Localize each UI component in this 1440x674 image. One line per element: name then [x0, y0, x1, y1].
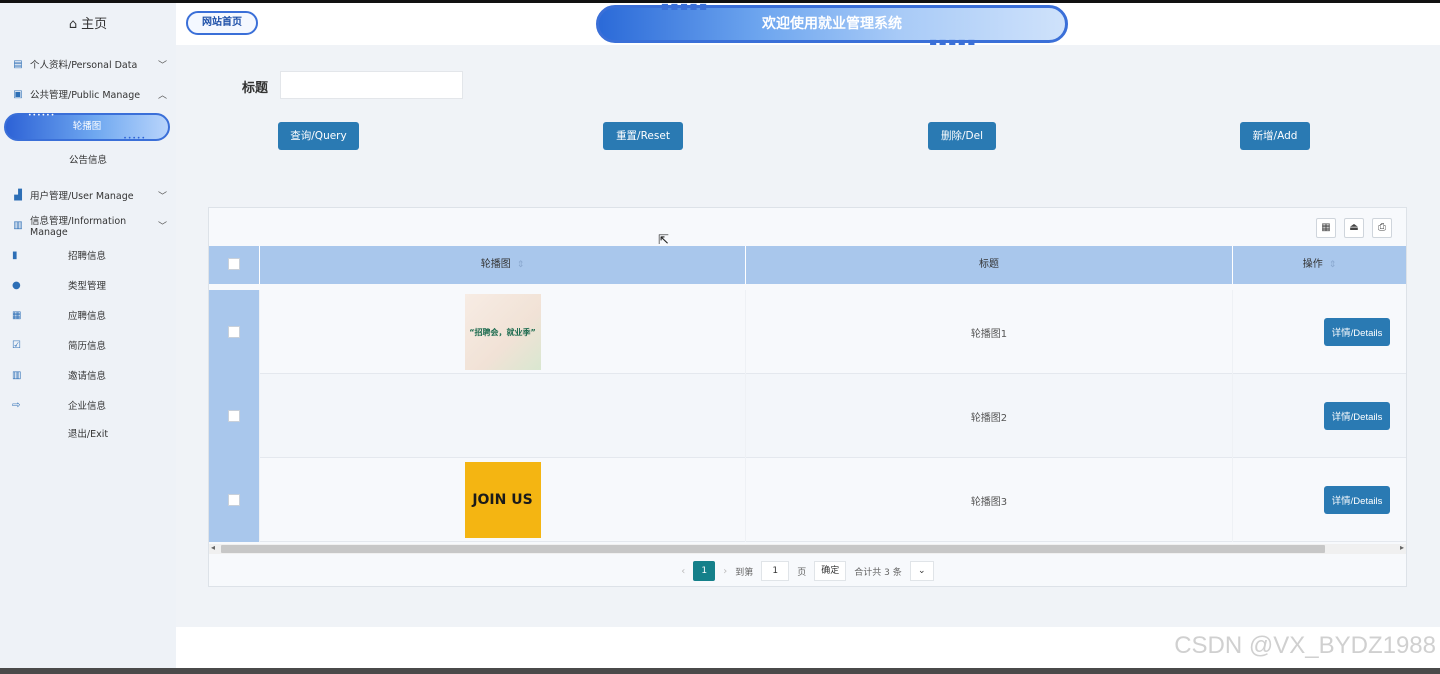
users-chart-icon: ▟ — [14, 189, 22, 201]
total-count: 合计共 3 条 — [854, 567, 902, 578]
print-icon[interactable]: ⎙ — [1372, 218, 1392, 238]
sidebar-item-invite[interactable]: ▥ 邀请信息 — [0, 364, 176, 386]
column-header-title: 标题 — [746, 246, 1233, 284]
carousel-thumbnail: JOIN US — [464, 462, 541, 538]
page-number-current[interactable]: 1 — [693, 561, 716, 581]
menu-user-manage[interactable]: ▟ 用户管理/User Manage ﹀ — [0, 184, 176, 206]
details-button[interactable]: 详情/Details — [1324, 318, 1390, 346]
title-cell: 轮播图3 — [746, 458, 1233, 542]
scrollbar-thumb[interactable] — [221, 545, 1325, 553]
columns-icon[interactable]: ▦ — [1316, 218, 1336, 238]
menu-personal-data[interactable]: ▤ 个人资料/Personal Data ﹀ — [0, 53, 176, 75]
sidebar-item-carousel[interactable]: •••••• 轮播图 ••••• — [4, 112, 170, 142]
bottom-bar — [0, 668, 1440, 674]
sidebar-item-recruit[interactable]: ▮ 招聘信息 — [0, 244, 176, 266]
mouse-cursor-icon: ⇱ — [658, 233, 669, 248]
book-icon: ▥ — [12, 369, 22, 381]
column-header-image[interactable]: 轮播图 ⇕ — [260, 246, 746, 284]
page-label: 页 — [797, 567, 807, 578]
details-button[interactable]: 详情/Details — [1324, 402, 1390, 430]
sidebar-item-type[interactable]: ● 类型管理 — [0, 274, 176, 296]
details-button[interactable]: 详情/Details — [1324, 486, 1390, 514]
site-home-button[interactable]: 网站首页 — [186, 11, 258, 35]
select-all-cell — [209, 246, 260, 284]
chevron-down-icon: ﹀ — [158, 60, 168, 71]
goto-label: 到第 — [735, 567, 754, 578]
action-cell: 详情/Details — [1233, 374, 1406, 458]
bookmark-icon: ▮ — [12, 249, 18, 261]
logout-icon: ⇨ — [12, 399, 21, 411]
next-page-icon[interactable]: › — [723, 566, 727, 577]
chevron-up-icon: ︿ — [158, 90, 168, 101]
header: 网站首页 ■■■■■ 欢迎使用就业管理系统 ■■■■■ — [176, 2, 1440, 47]
action-cell: 详情/Details — [1233, 458, 1406, 542]
person-icon: ● — [12, 279, 21, 291]
banner-title: 欢迎使用就业管理系统 — [762, 16, 902, 32]
title-cell: 轮播图2 — [746, 374, 1233, 458]
sort-icon: ⇕ — [516, 260, 525, 270]
table-header: 轮播图 ⇕ 标题 操作 ⇕ — [209, 246, 1406, 284]
search-input[interactable] — [280, 71, 463, 99]
row-checkbox[interactable] — [228, 326, 240, 338]
add-button[interactable]: 新增/Add — [1240, 122, 1310, 150]
chevron-down-icon: ﹀ — [158, 191, 168, 202]
decor-dots: ••••• — [123, 135, 146, 142]
export-icon[interactable]: ⏏ — [1344, 218, 1364, 238]
main-content: 标题 查询/Query 重置/Reset 删除/Del 新增/Add ▦ ⏏ ⎙… — [176, 45, 1440, 627]
delete-button[interactable]: 删除/Del — [928, 122, 996, 150]
chevron-down-icon: ﹀ — [158, 221, 168, 232]
scroll-left-icon[interactable]: ◂ — [211, 543, 215, 552]
title-cell: 轮播图1 — [746, 290, 1233, 374]
document-icon: ▤ — [13, 58, 23, 70]
goto-page-input[interactable]: 1 — [761, 561, 790, 581]
search-label: 标题 — [242, 81, 269, 96]
banner: ■■■■■ 欢迎使用就业管理系统 ■■■■■ — [596, 2, 1068, 47]
scroll-right-icon[interactable]: ▸ — [1400, 543, 1404, 552]
row-checkbox[interactable] — [228, 494, 240, 506]
sidebar-item-application[interactable]: ▦ 应聘信息 — [0, 304, 176, 326]
column-header-action[interactable]: 操作 ⇕ — [1233, 246, 1406, 284]
table-panel: ▦ ⏏ ⎙ 轮播图 ⇕ 标题 操作 ⇕ “招聘会，就业季” 轮播图1 详情/De… — [208, 207, 1407, 587]
menu-public-manage[interactable]: ▣ 公共管理/Public Manage ︿ — [0, 83, 176, 105]
carousel-thumbnail-broken — [465, 378, 541, 454]
sidebar-item-resume[interactable]: ☑ 简历信息 — [0, 334, 176, 356]
bar-chart-icon: ▥ — [13, 219, 23, 231]
menu-information-manage[interactable]: ▥ 信息管理/Information Manage ﹀ — [0, 214, 176, 238]
pagination: ‹ 1 › 到第 1 页 确定 合计共 3 条 ⌄ — [209, 560, 1406, 582]
row-select-cell — [209, 290, 260, 374]
sidebar: ⌂ 主页 ▤ 个人资料/Personal Data ﹀ ▣ 公共管理/Public… — [0, 3, 176, 668]
table-row: 轮播图2 详情/Details — [209, 374, 1406, 458]
query-button[interactable]: 查询/Query — [278, 122, 359, 150]
image-cell — [260, 374, 746, 458]
row-select-cell — [209, 374, 260, 458]
table-row: “招聘会，就业季” 轮播图1 详情/Details — [209, 290, 1406, 374]
image-cell: JOIN US — [260, 458, 746, 542]
watermark: CSDN @VX_BYDZ1988 — [1174, 632, 1436, 659]
action-cell: 详情/Details — [1233, 290, 1406, 374]
sidebar-home[interactable]: ⌂ 主页 — [0, 13, 176, 32]
image-cell: “招聘会，就业季” — [260, 290, 746, 374]
clipboard-icon: ▣ — [13, 88, 23, 100]
carousel-thumbnail: “招聘会，就业季” — [464, 294, 541, 370]
sidebar-item-exit[interactable]: 退出/Exit — [0, 424, 176, 446]
page-size-select[interactable]: ⌄ — [909, 561, 934, 581]
table-row: JOIN US 轮播图3 详情/Details — [209, 458, 1406, 542]
calendar-check-icon: ☑ — [12, 339, 21, 351]
calendar-icon: ▦ — [12, 309, 22, 321]
sidebar-item-notice[interactable]: 公告信息 — [0, 150, 176, 172]
goto-confirm-button[interactable]: 确定 — [814, 561, 847, 581]
prev-page-icon[interactable]: ‹ — [681, 566, 685, 577]
horizontal-scrollbar[interactable]: ◂ ▸ — [209, 543, 1406, 554]
table-toolbar: ▦ ⏏ ⎙ — [1316, 218, 1392, 238]
select-all-checkbox[interactable] — [228, 258, 240, 270]
home-icon: ⌂ — [68, 17, 78, 32]
row-select-cell — [209, 458, 260, 542]
sidebar-item-company[interactable]: ⇨ 企业信息 — [0, 394, 176, 416]
reset-button[interactable]: 重置/Reset — [603, 122, 683, 150]
row-checkbox[interactable] — [228, 410, 240, 422]
sort-icon: ⇕ — [1328, 260, 1337, 270]
